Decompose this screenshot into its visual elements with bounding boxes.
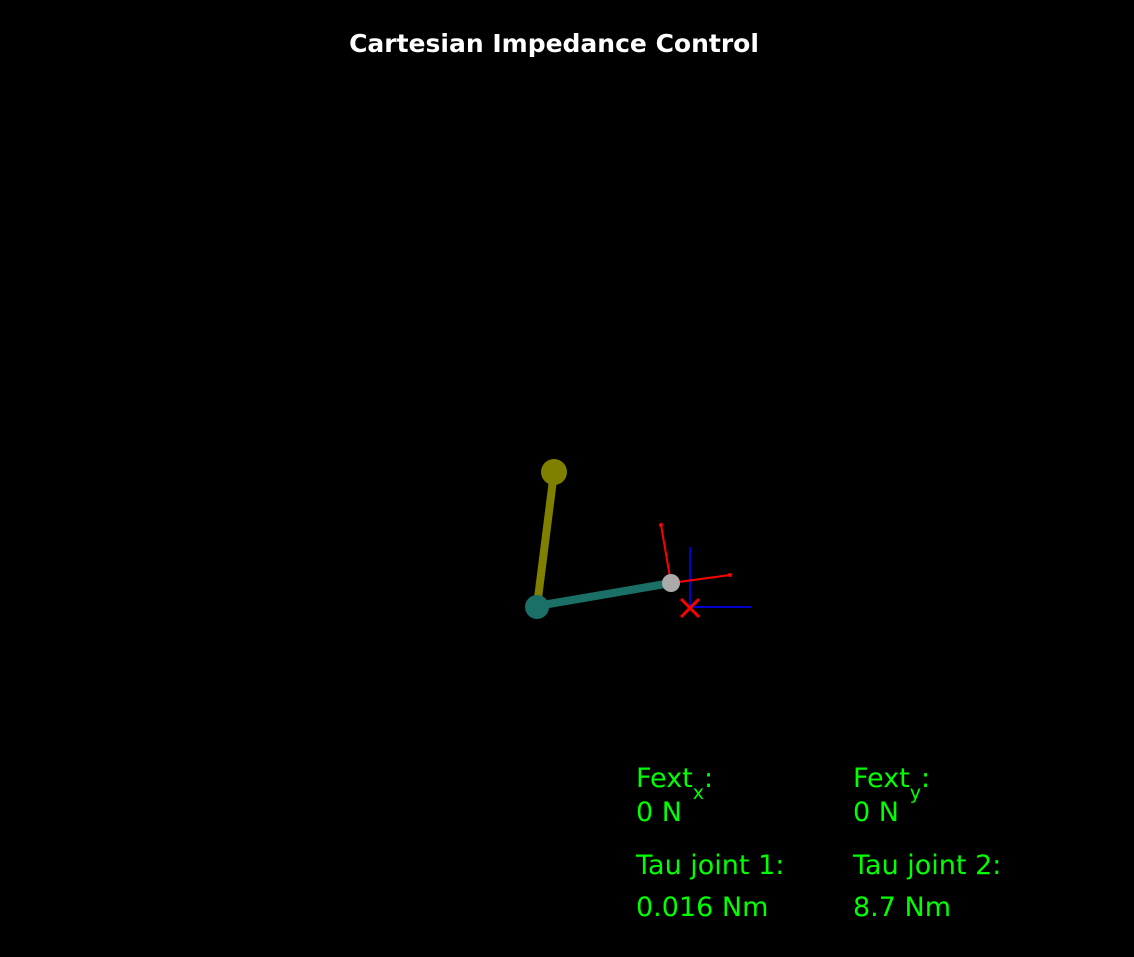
fext-y-value: 0 N	[853, 797, 899, 828]
tau-joint-1-label: Tau joint 1:	[636, 850, 785, 881]
tau-joint-1-value: 0.016 Nm	[636, 892, 769, 923]
impedance-control-view: Cartesian Impedance Control Fextx: 0 N F…	[0, 0, 1134, 957]
ee-frame-y-tip	[659, 523, 663, 527]
fext-x-label-sub: x	[692, 782, 705, 804]
fext-y-label-sub: y	[909, 782, 922, 804]
tau-joint-2-value: 8.7 Nm	[853, 892, 952, 923]
fext-x-label: Fextx:	[636, 763, 714, 803]
fext-y-label-suffix: :	[921, 763, 931, 794]
tau-joint-2-label: Tau joint 2:	[853, 850, 1002, 881]
arm-link-1	[533, 468, 558, 610]
page-title: Cartesian Impedance Control	[349, 29, 759, 58]
robot-arm-scene	[525, 459, 751, 619]
fext-y-label: Fexty:	[853, 763, 931, 803]
ee-frame-x-tip	[728, 573, 732, 577]
arm-link-2	[533, 579, 675, 610]
end-effector	[662, 574, 680, 592]
fext-x-label-suffix: :	[704, 763, 714, 794]
link-1-tip-joint	[541, 459, 567, 485]
fext-y-label-base: Fext	[853, 763, 910, 794]
base-joint	[525, 595, 549, 619]
fext-x-value: 0 N	[636, 797, 682, 828]
fext-x-label-base: Fext	[636, 763, 693, 794]
